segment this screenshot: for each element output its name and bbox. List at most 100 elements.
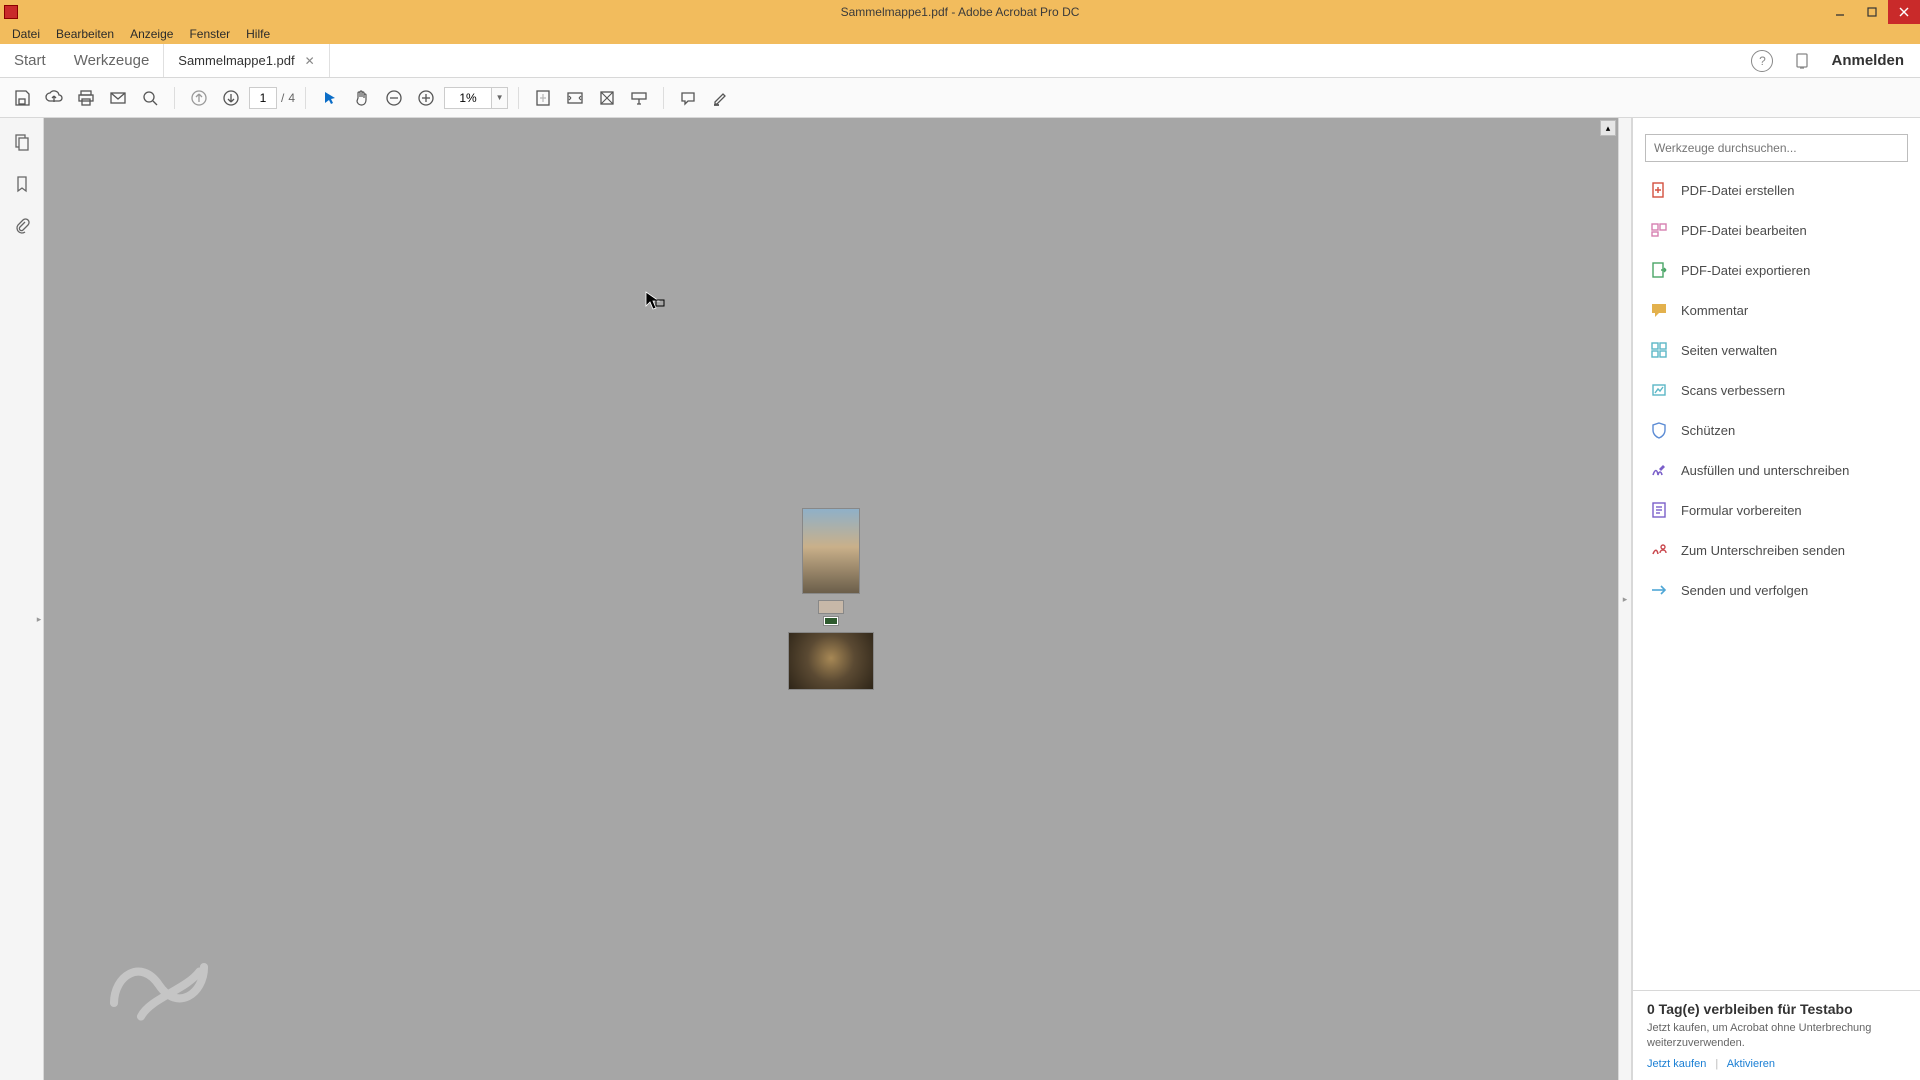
- menu-datei[interactable]: Datei: [4, 27, 48, 41]
- menu-bar: Datei Bearbeiten Anzeige Fenster Hilfe: [0, 24, 1920, 44]
- page-thumbnail-1: [803, 509, 859, 593]
- left-panel-expand-handle[interactable]: ▸: [34, 599, 44, 639]
- window-title: Sammelmappe1.pdf - Adobe Acrobat Pro DC: [841, 5, 1080, 19]
- page-total: 4: [288, 91, 295, 105]
- tool-item-edit-pdf[interactable]: PDF-Datei bearbeiten: [1633, 210, 1920, 250]
- zoom-out-icon[interactable]: [380, 84, 408, 112]
- app-body: ▸ ▴ ▸ PDF-Datei erstellen PDF-Datei bearb…: [0, 118, 1920, 1080]
- zoom-value-input[interactable]: [445, 88, 491, 108]
- tab-document[interactable]: Sammelmappe1.pdf ✕: [163, 44, 329, 77]
- tool-item-protect[interactable]: Schützen: [1633, 410, 1920, 450]
- select-tool-icon[interactable]: [316, 84, 344, 112]
- tool-item-export-pdf[interactable]: PDF-Datei exportieren: [1633, 250, 1920, 290]
- tool-item-label: Scans verbessern: [1681, 383, 1785, 398]
- hand-tool-icon[interactable]: [348, 84, 376, 112]
- page-thumbnail-2: [819, 601, 843, 613]
- page-current-input[interactable]: [249, 87, 277, 109]
- right-panel-collapse-handle[interactable]: ▸: [1618, 118, 1632, 1080]
- tool-item-prepare-form[interactable]: Formular vorbereiten: [1633, 490, 1920, 530]
- page-thumbnail-3: [824, 617, 838, 625]
- cursor-overlay: [644, 290, 666, 312]
- tool-item-label: Ausfüllen und unterschreiben: [1681, 463, 1849, 478]
- tool-item-label: Seiten verwalten: [1681, 343, 1777, 358]
- minimize-button[interactable]: [1824, 0, 1856, 24]
- fit-width-icon[interactable]: [561, 84, 589, 112]
- page-separator: /: [281, 91, 284, 105]
- promo-text: Jetzt kaufen, um Acrobat ohne Unterbrech…: [1647, 1021, 1906, 1050]
- tool-item-fill-sign[interactable]: Ausfüllen und unterschreiben: [1633, 450, 1920, 490]
- zoom-in-icon[interactable]: [412, 84, 440, 112]
- print-icon[interactable]: [72, 84, 100, 112]
- fit-page-icon[interactable]: [529, 84, 557, 112]
- comment-icon[interactable]: [674, 84, 702, 112]
- scroll-up-icon[interactable]: ▴: [1600, 120, 1616, 136]
- tool-item-label: PDF-Datei bearbeiten: [1681, 223, 1807, 238]
- search-icon[interactable]: [136, 84, 164, 112]
- cloud-upload-icon[interactable]: [40, 84, 68, 112]
- help-icon[interactable]: ?: [1751, 50, 1773, 72]
- highlight-icon[interactable]: [706, 84, 734, 112]
- notification-icon[interactable]: [1793, 52, 1811, 70]
- send-track-icon: [1649, 580, 1669, 600]
- tool-item-comment[interactable]: Kommentar: [1633, 290, 1920, 330]
- maximize-button[interactable]: [1856, 0, 1888, 24]
- promo-buy-link[interactable]: Jetzt kaufen: [1647, 1058, 1706, 1070]
- menu-hilfe[interactable]: Hilfe: [238, 27, 278, 41]
- page-indicator: / 4: [249, 87, 295, 109]
- tool-item-create-pdf[interactable]: PDF-Datei erstellen: [1633, 170, 1920, 210]
- fill-sign-icon: [1649, 460, 1669, 480]
- tool-item-label: PDF-Datei exportieren: [1681, 263, 1810, 278]
- close-button[interactable]: [1888, 0, 1920, 24]
- attachments-panel-icon[interactable]: [10, 214, 34, 238]
- organize-pages-icon: [1649, 340, 1669, 360]
- app-icon: [4, 5, 18, 19]
- toolbar: / 4 ▼: [0, 78, 1920, 118]
- bookmarks-panel-icon[interactable]: [10, 172, 34, 196]
- tool-item-organize-pages[interactable]: Seiten verwalten: [1633, 330, 1920, 370]
- menu-fenster[interactable]: Fenster: [181, 27, 238, 41]
- send-sign-icon: [1649, 540, 1669, 560]
- tool-item-enhance-scans[interactable]: Scans verbessern: [1633, 370, 1920, 410]
- zoom-select[interactable]: ▼: [444, 87, 508, 109]
- menu-anzeige[interactable]: Anzeige: [122, 27, 181, 41]
- zoom-dropdown-icon[interactable]: ▼: [491, 88, 507, 108]
- trial-promo: 0 Tag(e) verbleiben für Testabo Jetzt ka…: [1633, 990, 1920, 1080]
- tool-item-label: Schützen: [1681, 423, 1735, 438]
- tool-item-send-track[interactable]: Senden und verfolgen: [1633, 570, 1920, 610]
- watermark: [104, 940, 214, 1030]
- prev-page-icon[interactable]: [185, 84, 213, 112]
- tool-item-label: Formular vorbereiten: [1681, 503, 1802, 518]
- scroll-mode-icon[interactable]: [593, 84, 621, 112]
- tab-werkzeuge[interactable]: Werkzeuge: [60, 44, 164, 77]
- email-icon[interactable]: [104, 84, 132, 112]
- enhance-scans-icon: [1649, 380, 1669, 400]
- page-thumbnail-4: [789, 633, 873, 689]
- tool-item-label: PDF-Datei erstellen: [1681, 183, 1794, 198]
- tools-search-input[interactable]: [1645, 134, 1908, 162]
- create-pdf-icon: [1649, 180, 1669, 200]
- edit-pdf-icon: [1649, 220, 1669, 240]
- tool-item-label: Kommentar: [1681, 303, 1748, 318]
- menu-bearbeiten[interactable]: Bearbeiten: [48, 27, 122, 41]
- next-page-icon[interactable]: [217, 84, 245, 112]
- tab-start[interactable]: Start: [0, 44, 60, 77]
- tab-document-close-icon[interactable]: ✕: [305, 54, 315, 68]
- export-pdf-icon: [1649, 260, 1669, 280]
- comment-icon: [1649, 300, 1669, 320]
- document-view[interactable]: ▴: [44, 118, 1618, 1080]
- prepare-form-icon: [1649, 500, 1669, 520]
- title-bar: Sammelmappe1.pdf - Adobe Acrobat Pro DC: [0, 0, 1920, 24]
- save-icon[interactable]: [8, 84, 36, 112]
- protect-icon: [1649, 420, 1669, 440]
- tab-bar: Start Werkzeuge Sammelmappe1.pdf ✕ ? Anm…: [0, 44, 1920, 78]
- tools-list: PDF-Datei erstellen PDF-Datei bearbeiten P…: [1633, 170, 1920, 990]
- tool-item-label: Zum Unterschreiben senden: [1681, 543, 1845, 558]
- read-mode-icon[interactable]: [625, 84, 653, 112]
- tab-document-label: Sammelmappe1.pdf: [178, 53, 294, 68]
- promo-title: 0 Tag(e) verbleiben für Testabo: [1647, 1001, 1906, 1017]
- tool-item-send-sign[interactable]: Zum Unterschreiben senden: [1633, 530, 1920, 570]
- signin-button[interactable]: Anmelden: [1831, 52, 1904, 69]
- thumbnails-panel-icon[interactable]: [10, 130, 34, 154]
- promo-activate-link[interactable]: Aktivieren: [1727, 1058, 1775, 1070]
- tool-item-label: Senden und verfolgen: [1681, 583, 1808, 598]
